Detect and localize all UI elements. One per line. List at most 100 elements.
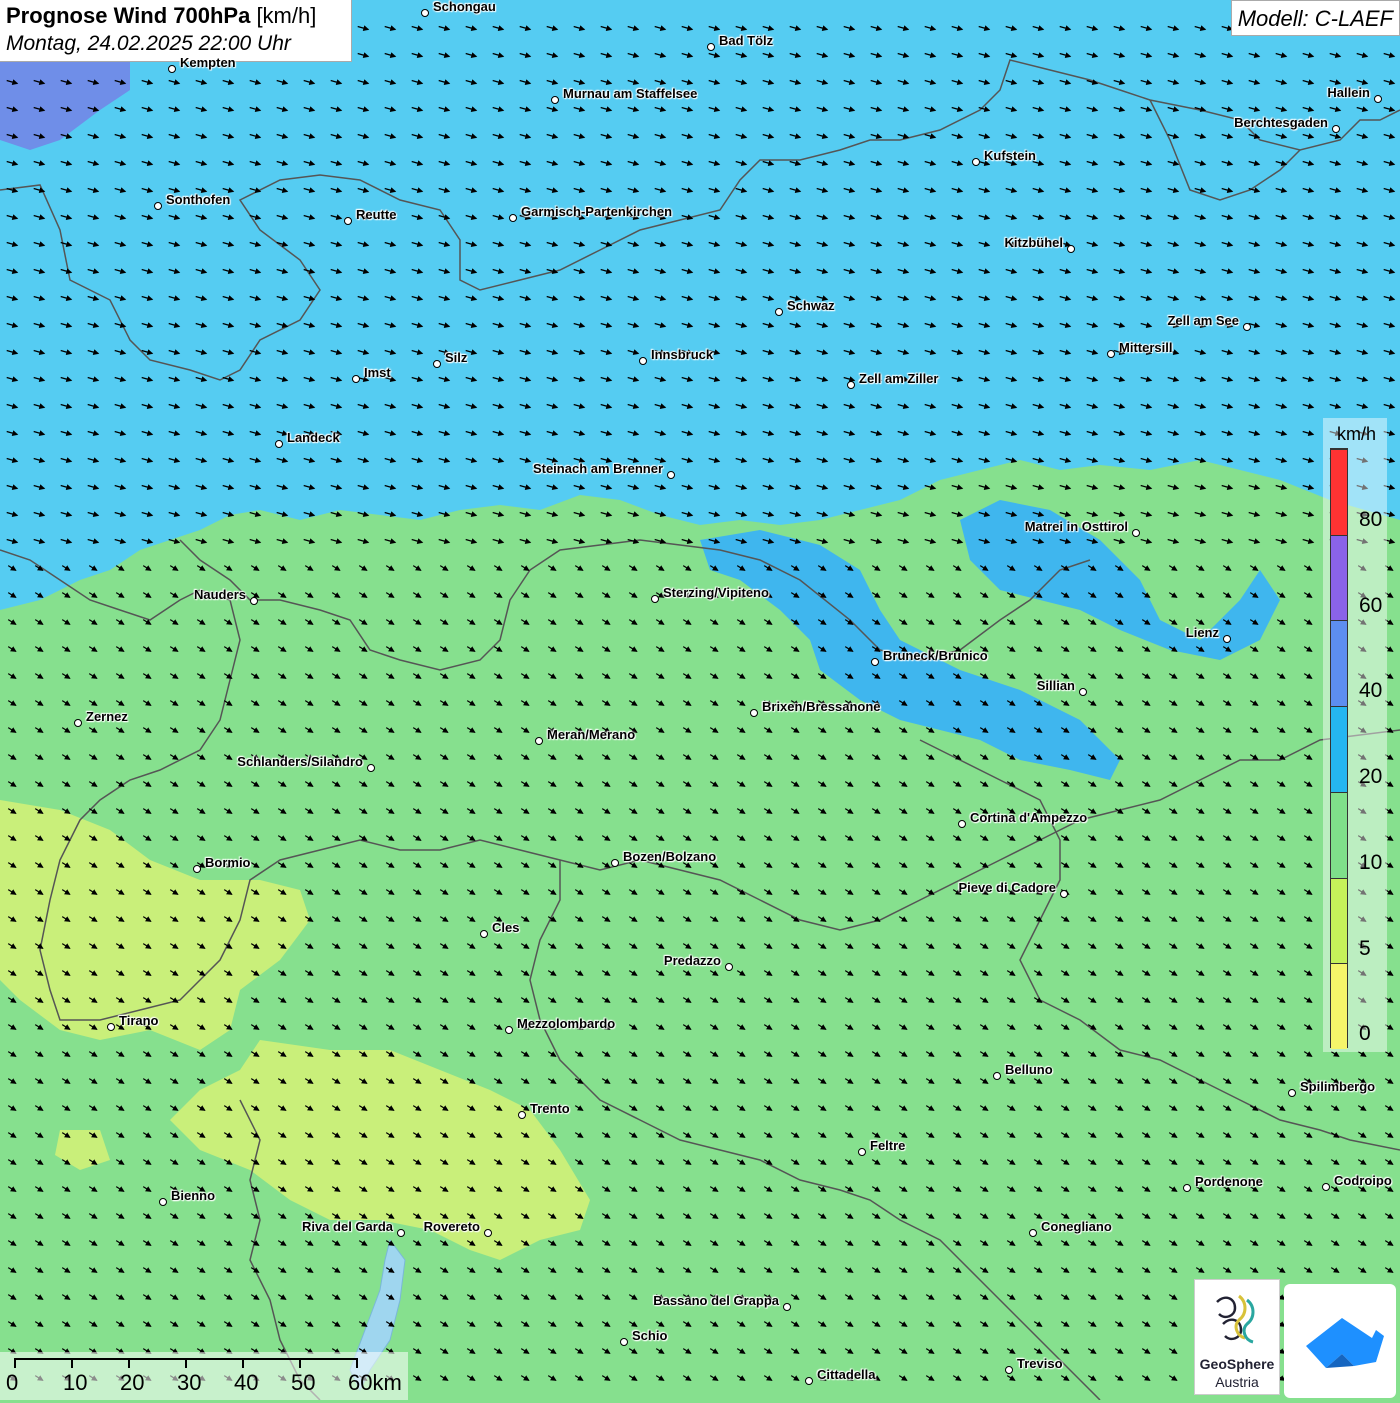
city-label: Pordenone <box>1195 1174 1263 1189</box>
city-label: Murnau am Staffelsee <box>563 86 698 101</box>
legend-colorbar <box>1330 448 1348 1049</box>
scale-tick <box>185 1358 187 1368</box>
city-label: Kufstein <box>984 148 1036 163</box>
city-label: Reutte <box>356 207 397 222</box>
scale-label: 10 <box>63 1370 88 1395</box>
city-marker-icon <box>1243 323 1251 331</box>
city-marker-icon <box>352 375 360 383</box>
city-marker-icon <box>1332 125 1340 133</box>
city-marker-icon <box>518 1111 526 1119</box>
city-label: Steinach am Brenner <box>532 461 663 476</box>
city-label: Schio <box>632 1328 668 1343</box>
legend-color-segment <box>1331 706 1347 792</box>
city-label: Imst <box>364 365 391 380</box>
city-label: Kitzbühel <box>1004 235 1064 250</box>
city-marker-icon <box>667 471 675 479</box>
city-label: Lienz <box>1185 625 1219 640</box>
legend-color-segment <box>1331 791 1347 878</box>
city-label: Bruneck/Brunico <box>883 648 988 663</box>
scale-label: 0 <box>6 1370 19 1395</box>
city-marker-icon <box>1288 1089 1296 1097</box>
city-label: Landeck <box>287 430 340 445</box>
city-marker-icon <box>847 381 855 389</box>
geosphere-emblem-icon <box>1216 1294 1255 1344</box>
city-label: Rovereto <box>423 1219 480 1234</box>
legend-color-segment <box>1331 620 1347 707</box>
city-marker-icon <box>993 1072 1001 1080</box>
city-marker-icon <box>168 65 176 73</box>
legend-label: 0 <box>1359 1022 1371 1046</box>
city-marker-icon <box>433 360 441 368</box>
city-label: Garmisch-Partenkirchen <box>521 204 673 219</box>
scale-tick <box>242 1358 244 1368</box>
city-label: Sterzing/Vipiteno <box>663 585 769 600</box>
city-marker-icon <box>1183 1184 1191 1192</box>
legend-label: 80 <box>1359 508 1383 531</box>
scale-bar: 0 10 20 30 40 50 60km <box>0 1352 408 1400</box>
city-marker-icon <box>611 859 619 867</box>
city-marker-icon <box>1029 1229 1037 1237</box>
legend-label: 5 <box>1359 936 1371 960</box>
city-label: Conegliano <box>1041 1219 1112 1234</box>
city-label: Feltre <box>870 1138 906 1153</box>
city-label: Mezzolombardo <box>517 1016 616 1031</box>
app-logo-icon <box>1306 1318 1384 1368</box>
city-label: Treviso <box>1017 1356 1063 1371</box>
app-logo[interactable] <box>1284 1284 1396 1398</box>
legend-color-segment <box>1331 877 1347 964</box>
city-marker-icon <box>1322 1183 1330 1191</box>
scale-label: 20 <box>120 1370 145 1395</box>
legend-unit: km/h <box>1337 424 1377 444</box>
city-marker-icon <box>509 214 517 222</box>
legend-color-segment <box>1331 963 1347 1049</box>
city-label: Belluno <box>1005 1062 1053 1077</box>
scale-label: 60km <box>348 1370 402 1395</box>
scale-tick <box>299 1358 301 1368</box>
city-label: Bormio <box>205 855 251 870</box>
city-marker-icon <box>805 1377 813 1385</box>
city-label: Silz <box>445 350 468 365</box>
geosphere-logo[interactable]: GeoSphere Austria <box>1194 1279 1280 1395</box>
city-label: Bozen/Bolzano <box>623 849 717 864</box>
city-label: Bienno <box>171 1188 216 1203</box>
city-label: Mittersill <box>1119 340 1173 355</box>
city-marker-icon <box>871 658 879 666</box>
city-label: Codroipo <box>1334 1173 1392 1188</box>
city-marker-icon <box>484 1229 492 1237</box>
city-marker-icon <box>620 1338 628 1346</box>
city-marker-icon <box>275 440 283 448</box>
city-marker-icon <box>1079 688 1087 696</box>
scale-tick <box>128 1358 130 1368</box>
city-label: Zernez <box>86 709 128 724</box>
city-label: Schlanders/Silandro <box>237 754 363 769</box>
legend-label: 60 <box>1359 593 1383 617</box>
scale-tick <box>14 1358 16 1368</box>
city-marker-icon <box>639 357 647 365</box>
legend-label: 20 <box>1359 765 1383 789</box>
city-marker-icon <box>783 1303 791 1311</box>
city-label: Matrei in Osttirol <box>1024 519 1128 534</box>
city-marker-icon <box>250 597 258 605</box>
city-marker-icon <box>1067 245 1075 253</box>
city-marker-icon <box>74 719 82 727</box>
city-marker-icon <box>651 595 659 603</box>
city-marker-icon <box>1107 350 1115 358</box>
scale-tick <box>71 1358 73 1368</box>
geosphere-country: Austria <box>1215 1374 1259 1390</box>
city-marker-icon <box>505 1026 513 1034</box>
scale-label: 50 <box>291 1370 316 1395</box>
scale-label: 40 <box>234 1370 259 1395</box>
legend-color-segment <box>1331 449 1347 535</box>
city-label: Bassano del Grappa <box>653 1293 779 1308</box>
city-label: Cles <box>492 920 520 935</box>
city-label: Innsbruck <box>651 347 714 362</box>
city-label: Schwaz <box>787 298 835 313</box>
city-marker-icon <box>775 308 783 316</box>
city-label: Cittadella <box>817 1367 876 1382</box>
city-label: Hallein <box>1327 85 1370 100</box>
legend-label: 10 <box>1359 850 1383 874</box>
map-unit: [km/h] <box>256 3 317 28</box>
city-marker-icon <box>397 1229 405 1237</box>
city-marker-icon <box>367 764 375 772</box>
city-marker-icon <box>154 202 162 210</box>
